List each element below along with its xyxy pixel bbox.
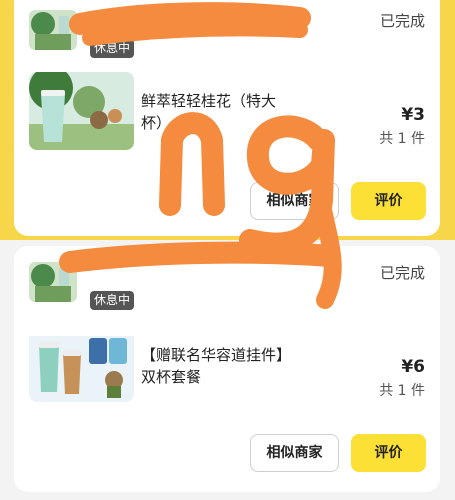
price: ¥6 [401, 357, 425, 377]
product-image[interactable] [29, 324, 134, 402]
product-name: 【赠联名华容道挂件】双杯套餐 [141, 346, 292, 386]
quantity: 共 1 件 [379, 131, 425, 147]
order-card[interactable]: 休息中 已完成 【赠联名华容道挂件】双杯套餐 ¥6 共 1 件 相似商家 评价 [14, 246, 440, 492]
similar-shops-button[interactable]: 相似商家 [250, 182, 339, 220]
quantity: 共 1 件 [379, 383, 425, 399]
rest-badge: 休息中 [90, 39, 134, 58]
store-thumbnail[interactable] [29, 10, 77, 50]
order-status: 已完成 [379, 264, 425, 282]
review-button[interactable]: 评价 [351, 182, 426, 220]
order-status: 已完成 [379, 12, 425, 30]
order-card[interactable]: 休息中 已完成 鲜萃轻轻桂花（特大杯） ¥3 共 1 件 相似商家 评价 [14, 0, 440, 236]
product-name: 鲜萃轻轻桂花（特大杯） [141, 92, 277, 132]
store-thumbnail[interactable] [29, 262, 77, 302]
review-button[interactable]: 评价 [351, 434, 426, 472]
price: ¥3 [401, 105, 425, 125]
rest-badge: 休息中 [90, 291, 134, 310]
similar-shops-button[interactable]: 相似商家 [250, 434, 339, 472]
product-image[interactable] [29, 72, 134, 150]
